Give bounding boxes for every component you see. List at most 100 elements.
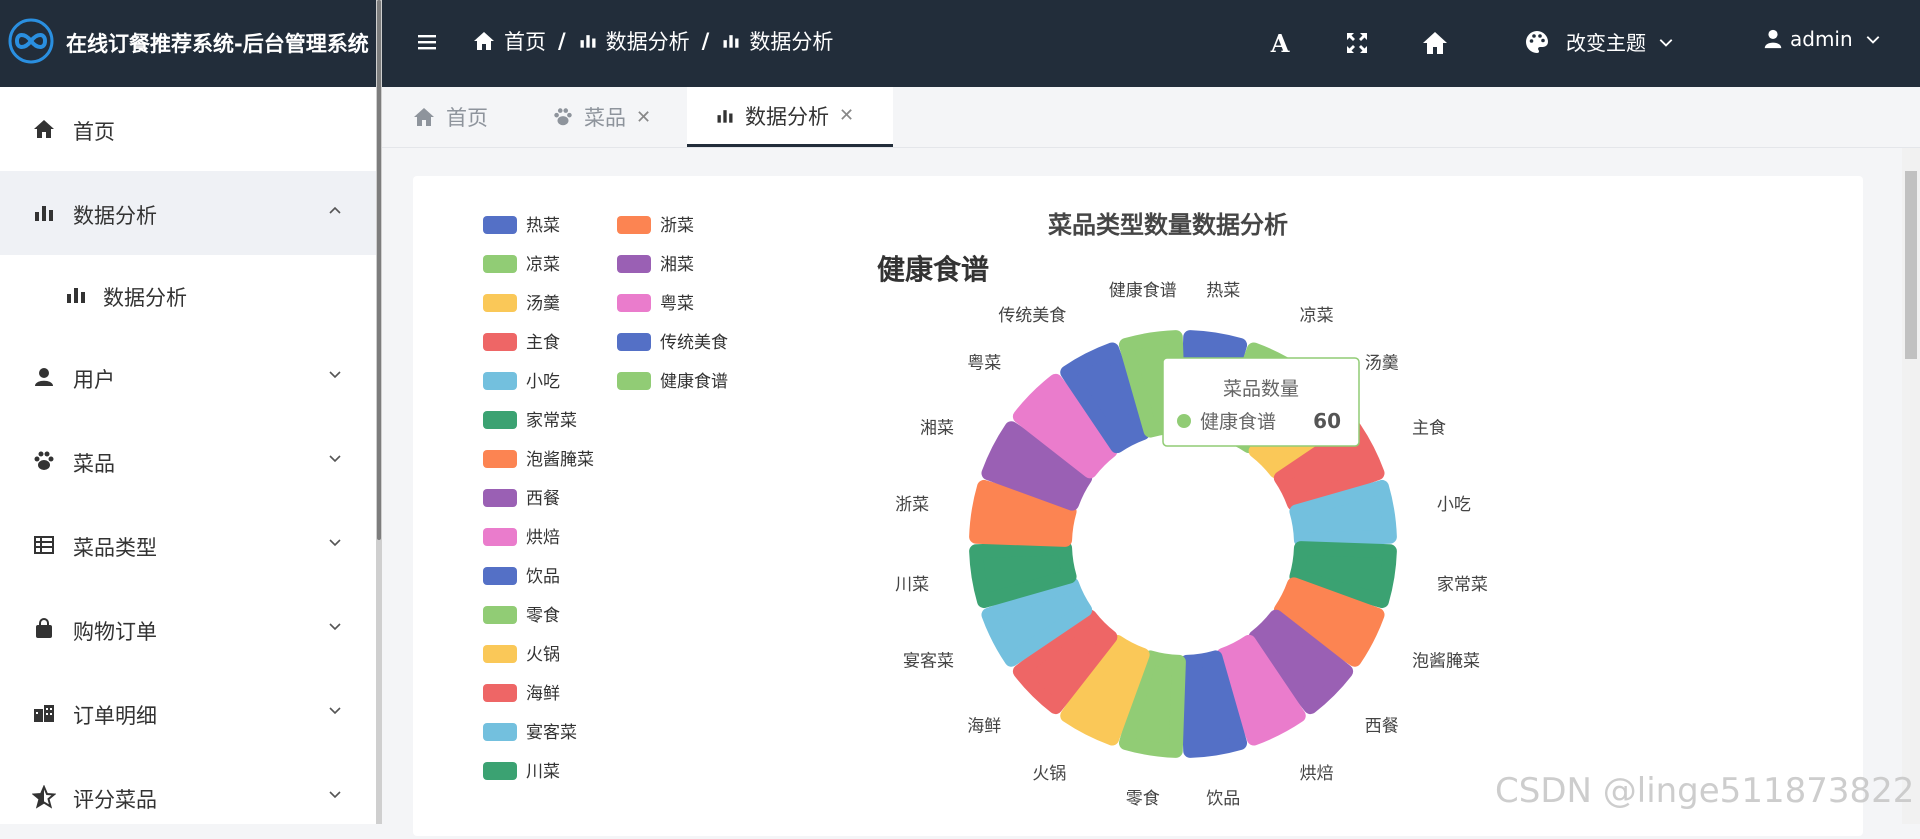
legend-label: 小吃 xyxy=(526,372,560,392)
legend-item[interactable]: 粤菜 xyxy=(617,294,694,314)
legend-item[interactable]: 湘菜 xyxy=(617,255,694,275)
legend-item[interactable]: 浙菜 xyxy=(617,216,694,236)
breadcrumb-separator: / xyxy=(558,29,566,53)
slice-label: 汤羹 xyxy=(1365,353,1399,373)
slice-label: 零食 xyxy=(1126,789,1160,809)
legend-swatch xyxy=(483,255,517,273)
bar-chart-icon xyxy=(717,109,733,123)
legend-item[interactable]: 家常菜 xyxy=(483,411,577,431)
sidebar-item-label: 用户 xyxy=(73,368,115,392)
legend-swatch xyxy=(483,216,517,234)
breadcrumb-label: 数据分析 xyxy=(749,30,834,54)
legend-swatch xyxy=(617,255,651,273)
chevron-down-icon xyxy=(329,455,341,463)
close-icon[interactable]: ✕ xyxy=(839,105,854,126)
legend-item[interactable]: 烘焙 xyxy=(483,528,560,548)
legend-swatch xyxy=(483,606,517,624)
close-icon[interactable]: ✕ xyxy=(636,107,651,128)
sidebar-item-data-analysis[interactable]: 数据分析 xyxy=(0,171,376,255)
slice-label: 家常菜 xyxy=(1437,575,1488,595)
legend-item[interactable]: 热菜 xyxy=(483,216,560,236)
sidebar-item-label: 菜品 xyxy=(73,452,115,476)
legend-item[interactable]: 主食 xyxy=(483,333,560,353)
legend-item[interactable]: 川菜 xyxy=(483,762,560,782)
sidebar-item-dishes[interactable]: 菜品 xyxy=(0,419,376,503)
legend-item[interactable]: 宴客菜 xyxy=(483,723,577,743)
slice-label: 湘菜 xyxy=(920,418,954,438)
legend-item[interactable]: 小吃 xyxy=(483,372,560,392)
home-icon xyxy=(34,120,54,138)
legend-item[interactable]: 泡酱腌菜 xyxy=(483,450,594,470)
chevron-down-icon xyxy=(1866,36,1880,44)
bar-chart-icon xyxy=(723,35,739,48)
legend-item[interactable]: 海鲜 xyxy=(483,684,560,704)
logo-icon xyxy=(8,18,54,64)
sidebar: 在线订餐推荐系统-后台管理系统 首页 数据分析 数据分析 用户 菜品 菜品类型 xyxy=(0,0,376,824)
slice-label: 西餐 xyxy=(1365,717,1399,737)
slice-label: 泡酱腌菜 xyxy=(1412,652,1480,672)
legend-item[interactable]: 西餐 xyxy=(483,489,560,509)
legend-label: 零食 xyxy=(526,606,560,626)
breadcrumb-label: 首页 xyxy=(504,30,546,54)
font-icon[interactable]: A xyxy=(1265,28,1295,58)
sidebar-item-label: 购物订单 xyxy=(73,620,157,644)
legend-swatch xyxy=(483,294,517,312)
fullscreen-icon[interactable] xyxy=(1342,28,1372,58)
sidebar-item-label: 首页 xyxy=(73,120,115,144)
sidebar-item-dish-types[interactable]: 菜品类型 xyxy=(0,503,376,587)
legend-label: 宴客菜 xyxy=(526,723,577,743)
legend-item[interactable]: 火锅 xyxy=(483,645,560,665)
bar-chart-icon xyxy=(580,35,596,48)
tab-home[interactable]: 首页 xyxy=(412,87,488,147)
sidebar-item-order-details[interactable]: 订单明细 xyxy=(0,671,376,755)
legend-swatch xyxy=(483,411,517,429)
sidebar-item-users[interactable]: 用户 xyxy=(0,335,376,419)
legend-label: 粤菜 xyxy=(660,294,694,314)
tab-label: 菜品 xyxy=(584,106,626,130)
legend-label: 西餐 xyxy=(526,489,560,509)
tab-data-analysis[interactable]: 数据分析 ✕ xyxy=(687,87,893,147)
sidebar-item-orders[interactable]: 购物订单 xyxy=(0,587,376,671)
breadcrumb-item-analysis[interactable]: 数据分析 xyxy=(578,26,690,56)
palette-icon xyxy=(1526,30,1548,53)
sidebar-subitem-data-analysis[interactable]: 数据分析 xyxy=(0,255,376,335)
legend-label: 热菜 xyxy=(526,216,560,236)
legend-item[interactable]: 凉菜 xyxy=(483,255,560,275)
legend-label: 主食 xyxy=(526,333,560,353)
tab-label: 数据分析 xyxy=(745,104,829,129)
rose-chart: 菜品类型数量数据分析热菜凉菜汤羹主食小吃家常菜泡酱腌菜西餐烘焙饮品零食火锅海鲜宴… xyxy=(483,211,1488,809)
legend-item[interactable]: 饮品 xyxy=(483,567,560,587)
legend-item[interactable]: 零食 xyxy=(483,606,560,626)
hamburger-menu-icon[interactable] xyxy=(416,31,438,53)
building-icon xyxy=(34,705,54,722)
watermark: CSDN @linge511873822 xyxy=(1495,771,1915,811)
sidebar-item-home[interactable]: 首页 xyxy=(0,87,376,171)
tab-dishes[interactable]: 菜品 ✕ xyxy=(552,87,651,147)
slice-label: 健康食谱 xyxy=(1109,281,1177,301)
legend-swatch xyxy=(483,645,517,663)
sidebar-subitem-label: 数据分析 xyxy=(103,286,187,310)
breadcrumb-item-home[interactable]: 首页 xyxy=(472,26,546,56)
change-theme-button[interactable]: 改变主题 xyxy=(1524,27,1674,56)
tab-bar: 首页 菜品 ✕ 数据分析 ✕ xyxy=(382,87,1920,148)
home-icon xyxy=(474,32,494,50)
legend-label: 凉菜 xyxy=(526,255,560,275)
home-icon[interactable] xyxy=(1420,28,1450,58)
slice-label: 宴客菜 xyxy=(903,652,954,672)
legend-item[interactable]: 传统美食 xyxy=(617,333,728,353)
chevron-down-icon xyxy=(329,791,341,799)
legend-item[interactable]: 健康食谱 xyxy=(617,372,728,392)
tooltip-value: 60 xyxy=(1313,409,1341,433)
sidebar-item-rated-dishes[interactable]: 评分菜品 xyxy=(0,755,376,839)
svg-text:A: A xyxy=(1270,29,1290,58)
user-menu-button[interactable]: admin xyxy=(1762,27,1881,51)
breadcrumb-separator: / xyxy=(701,29,710,53)
legend-swatch xyxy=(617,294,651,312)
emphasis-label: 健康食谱 xyxy=(877,253,989,286)
sidebar-scrollbar-thumb[interactable] xyxy=(377,0,381,540)
legend-swatch xyxy=(617,333,651,351)
main-scrollbar-thumb[interactable] xyxy=(1905,171,1917,359)
legend-swatch xyxy=(483,723,517,741)
legend-label: 湘菜 xyxy=(660,255,694,275)
legend-item[interactable]: 汤羹 xyxy=(483,294,560,314)
